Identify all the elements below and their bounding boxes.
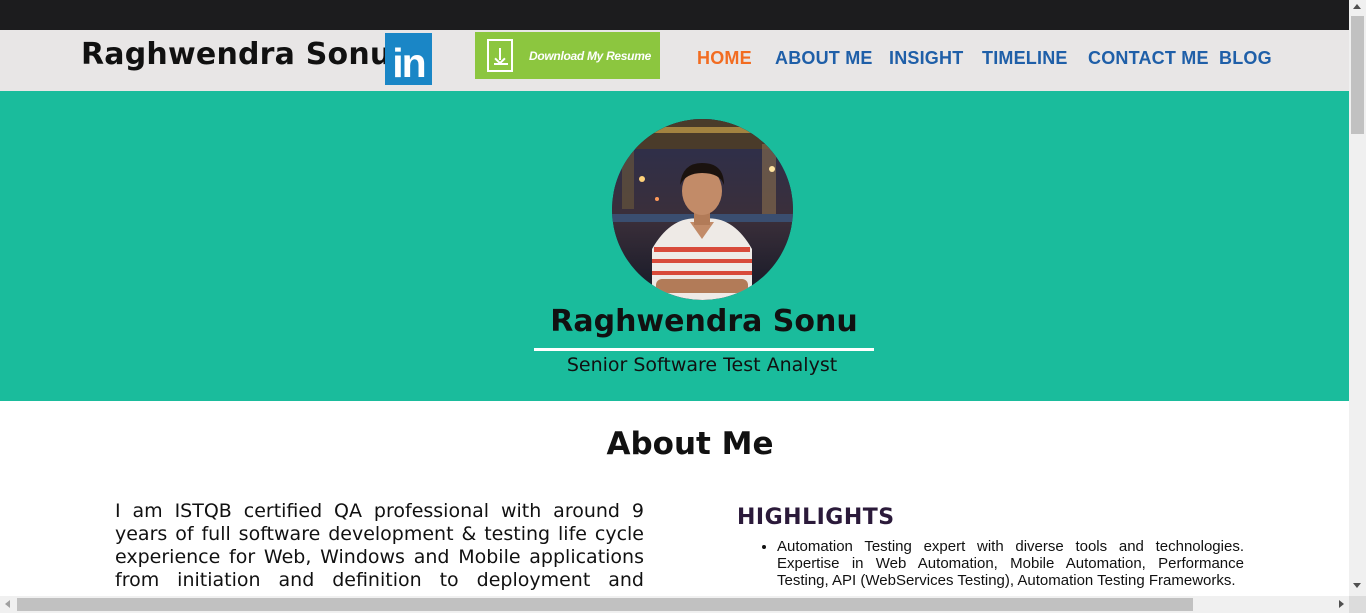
horizontal-scrollbar[interactable] [0, 596, 1349, 613]
linkedin-icon[interactable]: in [385, 33, 432, 85]
download-resume-label: Download My Resume [529, 48, 651, 63]
about-paragraph-text: I am ISTQB certified QA professional wit… [115, 500, 644, 591]
linkedin-logo-text: in [392, 40, 426, 86]
about-title: About Me [606, 426, 774, 462]
avatar [612, 119, 793, 300]
horizontal-scroll-thumb[interactable] [17, 598, 1193, 611]
nav-home[interactable]: HOME [697, 48, 752, 69]
download-document-icon-bar [494, 63, 508, 65]
nav-blog[interactable]: BLOG [1219, 48, 1272, 69]
vertical-scrollbar[interactable] [1349, 0, 1366, 613]
scrollbar-corner [1349, 596, 1366, 613]
scroll-up-icon[interactable] [1353, 4, 1361, 9]
nav-insight[interactable]: INSIGHT [889, 48, 963, 69]
about-paragraph: I am ISTQB certified QA professional wit… [115, 500, 644, 592]
vertical-scroll-thumb[interactable] [1351, 16, 1364, 134]
highlights-title: HIGHLIGHTS [737, 505, 895, 530]
site-brand[interactable]: Raghwendra Sonu [81, 37, 392, 72]
highlights-list: Automation Testing expert with diverse t… [760, 538, 1244, 589]
scroll-down-icon[interactable] [1353, 583, 1361, 588]
hero-divider [534, 348, 874, 351]
list-item: Automation Testing expert with diverse t… [777, 538, 1244, 589]
profile-photo [612, 119, 793, 300]
scroll-left-icon[interactable] [5, 600, 10, 608]
download-resume-button[interactable]: Download My Resume [475, 32, 660, 79]
nav-contact-me[interactable]: CONTACT ME [1088, 48, 1209, 69]
browser-top-bar [0, 0, 1366, 30]
download-document-icon [487, 39, 513, 72]
hero-role: Senior Software Test Analyst [566, 354, 838, 376]
nav-about-me[interactable]: ABOUT ME [775, 48, 873, 69]
nav-timeline[interactable]: TIMELINE [982, 48, 1068, 69]
hero-name: Raghwendra Sonu [550, 304, 858, 339]
scroll-right-icon[interactable] [1339, 600, 1344, 608]
